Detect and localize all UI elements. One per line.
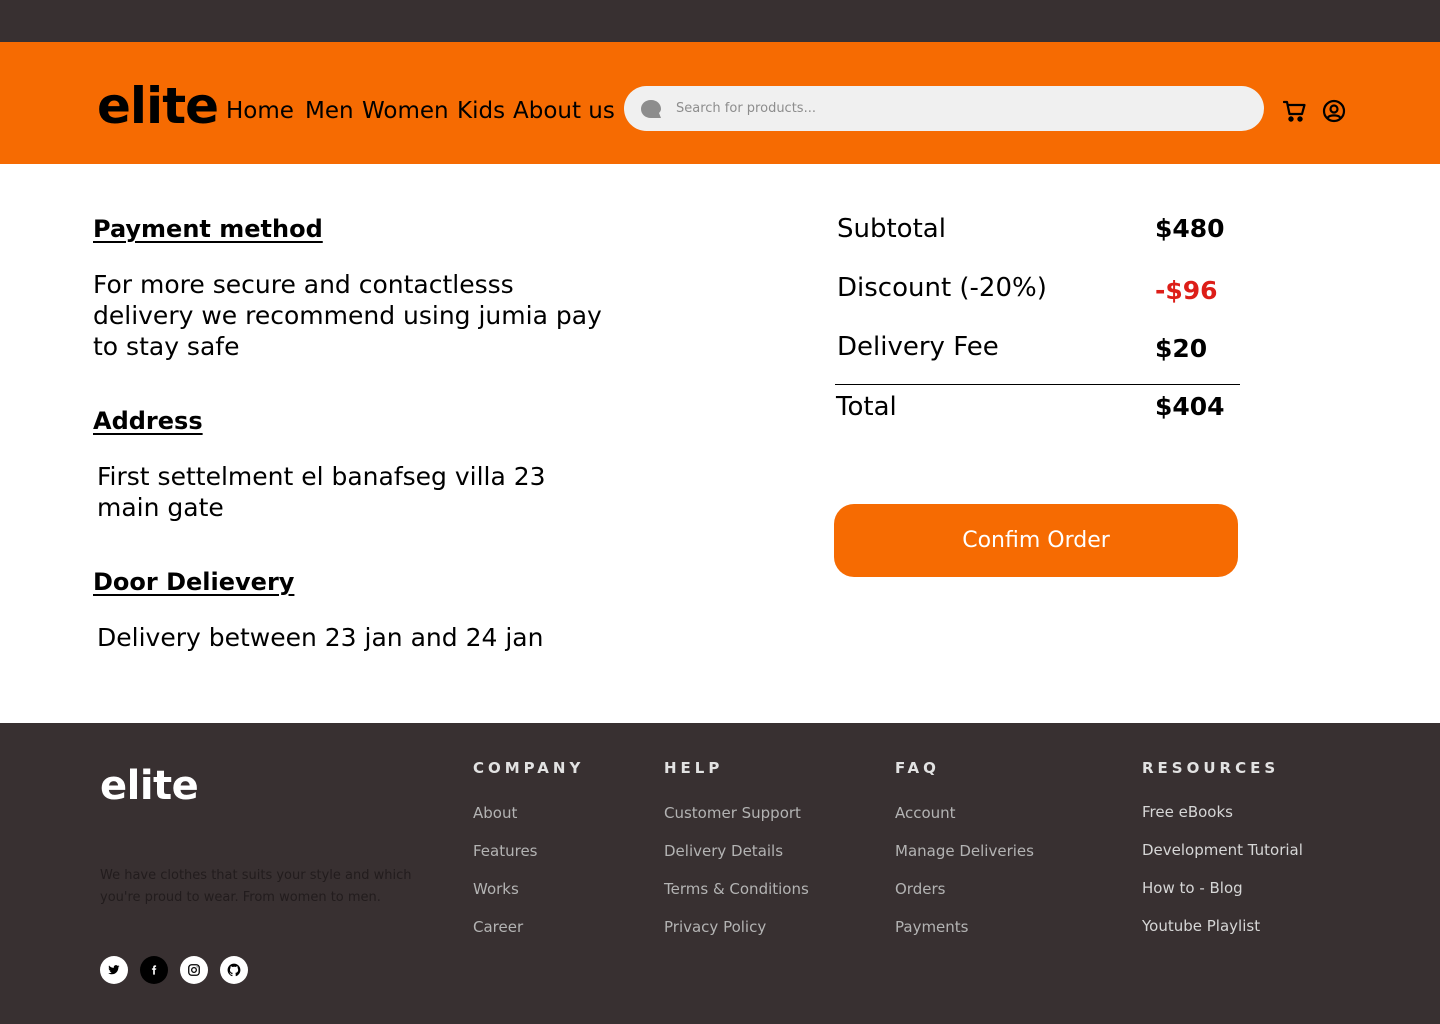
confirm-order-button[interactable]: Confim Order (834, 504, 1238, 577)
footer-link-delivery-details[interactable]: Delivery Details (664, 841, 783, 861)
footer-link-privacy-policy[interactable]: Privacy Policy (664, 917, 766, 937)
instagram-button[interactable] (180, 956, 208, 984)
facebook-button[interactable] (140, 956, 168, 984)
footer-link-free-ebooks[interactable]: Free eBooks (1142, 802, 1233, 822)
footer-link-customer-support[interactable]: Customer Support (664, 803, 801, 823)
footer-heading-faq: FAQ (895, 759, 940, 777)
footer-link-development-tutorial[interactable]: Development Tutorial (1142, 840, 1303, 860)
delivery-fee-value: $20 (1155, 334, 1208, 363)
footer-link-manage-deliveries[interactable]: Manage Deliveries (895, 841, 1034, 861)
site-footer: elite We have clothes that suits your st… (0, 723, 1440, 1024)
door-delivery-title: Door Delievery (93, 568, 295, 596)
footer-heading-resources: RESOURCES (1142, 759, 1280, 777)
footer-link-payments[interactable]: Payments (895, 917, 968, 937)
payment-text-line: delivery we recommend using jumia pay (93, 301, 602, 330)
user-account-icon[interactable] (1322, 99, 1346, 123)
footer-link-orders[interactable]: Orders (895, 879, 945, 899)
footer-heading-help: HELP (664, 759, 724, 777)
footer-link-career[interactable]: Career (473, 917, 523, 937)
nav-home[interactable]: Home (226, 97, 294, 125)
address-text-line: First settelment el banafseg villa 23 (97, 462, 546, 491)
footer-logo: elite (100, 763, 199, 809)
footer-link-features[interactable]: Features (473, 841, 538, 861)
github-icon (227, 963, 241, 977)
address-title: Address (93, 407, 203, 435)
footer-link-works[interactable]: Works (473, 879, 519, 899)
payment-text-line: to stay safe (93, 332, 240, 361)
total-value: $404 (1155, 392, 1225, 421)
subtotal-value: $480 (1155, 214, 1225, 243)
twitter-icon (108, 965, 120, 975)
footer-tagline: We have clothes that suits your style an… (100, 868, 412, 905)
total-label: Total (836, 392, 897, 422)
search-bar[interactable] (624, 86, 1264, 131)
discount-value: -$96 (1155, 276, 1218, 305)
payment-method-text: For more secure and contactlesss deliver… (93, 269, 602, 362)
footer-link-about[interactable]: About (473, 803, 517, 823)
search-icon (641, 100, 661, 118)
cart-icon[interactable] (1283, 99, 1307, 123)
search-input[interactable] (676, 86, 1246, 131)
payment-method-title: Payment method (93, 215, 323, 243)
footer-heading-company: COMPANY (473, 759, 585, 777)
site-header: elite Home Men Women Kids About us (0, 42, 1440, 164)
nav-about-us[interactable]: About us (513, 97, 615, 125)
address-text-line: main gate (97, 493, 224, 522)
facebook-icon (151, 965, 157, 975)
nav-women[interactable]: Women (362, 97, 449, 125)
delivery-fee-label: Delivery Fee (837, 332, 999, 362)
footer-link-account[interactable]: Account (895, 803, 956, 823)
top-strip (0, 0, 1440, 42)
site-logo[interactable]: elite (97, 78, 219, 134)
nav-kids[interactable]: Kids (457, 97, 505, 125)
delivery-window-text: Delivery between 23 jan and 24 jan (97, 623, 544, 652)
payment-text-line: For more secure and contactlesss (93, 270, 514, 299)
nav-men[interactable]: Men (305, 97, 354, 125)
github-button[interactable] (220, 956, 248, 984)
footer-link-youtube-playlist[interactable]: Youtube Playlist (1142, 916, 1260, 936)
footer-link-how-to-blog[interactable]: How to - Blog (1142, 878, 1243, 898)
discount-label: Discount (-20%) (837, 273, 1047, 303)
summary-divider (835, 384, 1240, 385)
twitter-button[interactable] (100, 956, 128, 984)
subtotal-label: Subtotal (837, 214, 946, 244)
footer-link-terms[interactable]: Terms & Conditions (664, 879, 809, 899)
instagram-icon (188, 964, 200, 976)
address-text: First settelment el banafseg villa 23 ma… (97, 461, 546, 523)
